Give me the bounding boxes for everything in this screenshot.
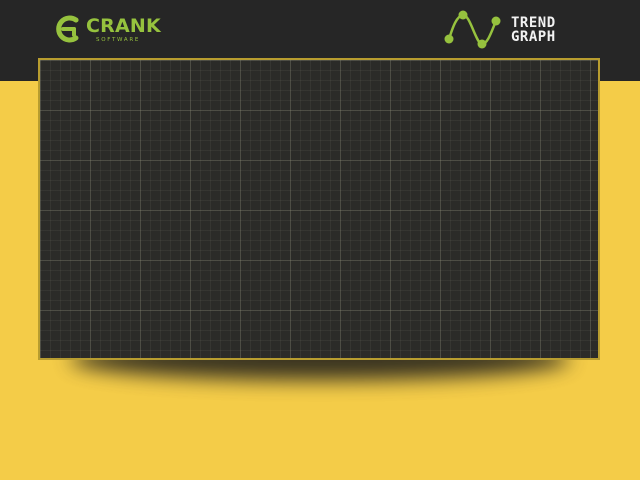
brand-logo: CRANK SOFTWARE bbox=[52, 12, 164, 46]
trend-graph-area[interactable] bbox=[38, 58, 600, 360]
trend-wave-icon bbox=[444, 10, 501, 49]
trend-graph-title: TREND GRAPH bbox=[511, 16, 581, 44]
brand-tagline: SOFTWARE bbox=[96, 37, 141, 43]
brand-name: CRANK bbox=[86, 15, 161, 37]
crank-logo-icon bbox=[56, 15, 79, 43]
trend-title-line2: GRAPH bbox=[511, 29, 556, 45]
trend-title-line1: TREND bbox=[511, 15, 556, 31]
